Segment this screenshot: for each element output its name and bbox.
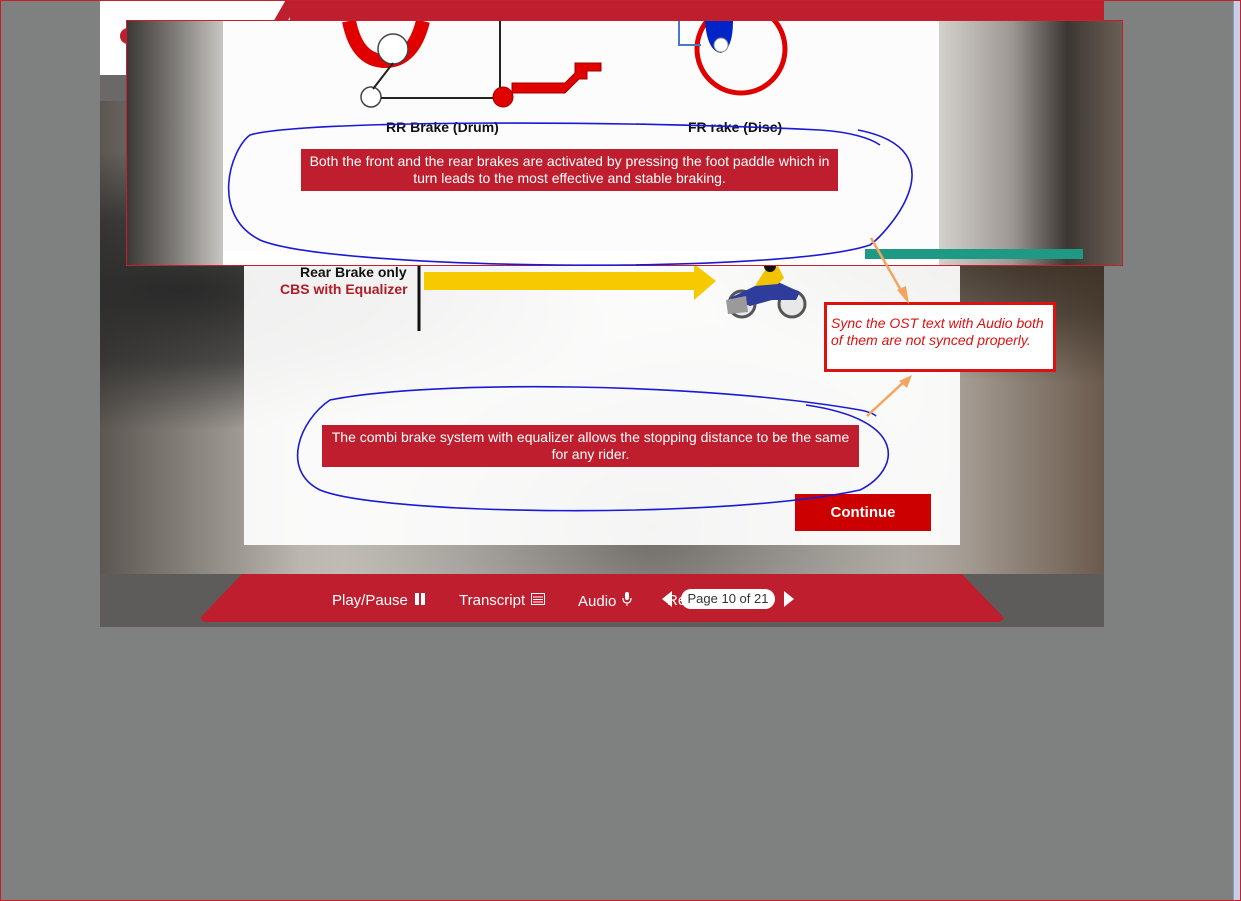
page-indicator: Page 10 of 21 [681, 589, 775, 609]
audio-label: Audio [578, 592, 617, 610]
play-pause-button[interactable]: Play/Pause [332, 592, 426, 609]
fr-brake-label: FR rake (Disc) [688, 119, 782, 135]
pause-icon [414, 592, 426, 609]
review-note: Sync the OST text with Audio both of the… [824, 302, 1056, 372]
continue-button[interactable]: Continue [795, 494, 931, 531]
transcript-icon [531, 592, 546, 609]
audio-button[interactable]: Audio [578, 592, 632, 610]
brake-diagram: RR Brake (Drum) FR rake (Disc) [342, 21, 788, 135]
play-pause-label: Play/Pause [332, 592, 408, 609]
rear-drum-brake-diagram [342, 21, 602, 108]
previous-page-button[interactable] [662, 591, 672, 607]
previous-slide-capture: RR Brake (Drum) FR rake (Disc) Both the … [126, 20, 1123, 266]
main-caption: The combi brake system with equalizer al… [322, 425, 859, 467]
top-caption: Both the front and the rear brakes are a… [301, 149, 838, 191]
microphone-icon [622, 592, 632, 610]
player-nav-bar: Play/Pause Transcript Audio Replay Page … [100, 574, 1104, 627]
cbs-label: CBS with Equalizer [280, 281, 408, 297]
transcript-button[interactable]: Transcript [459, 592, 546, 609]
header-red-band [290, 0, 1104, 20]
window-scrollbar-strip[interactable] [1233, 0, 1241, 901]
rr-brake-label: RR Brake (Drum) [386, 119, 499, 135]
rear-brake-label: Rear Brake only [300, 264, 407, 280]
front-disc-brake-diagram [678, 21, 788, 96]
next-page-button[interactable] [784, 591, 794, 607]
transcript-label: Transcript [459, 592, 526, 609]
